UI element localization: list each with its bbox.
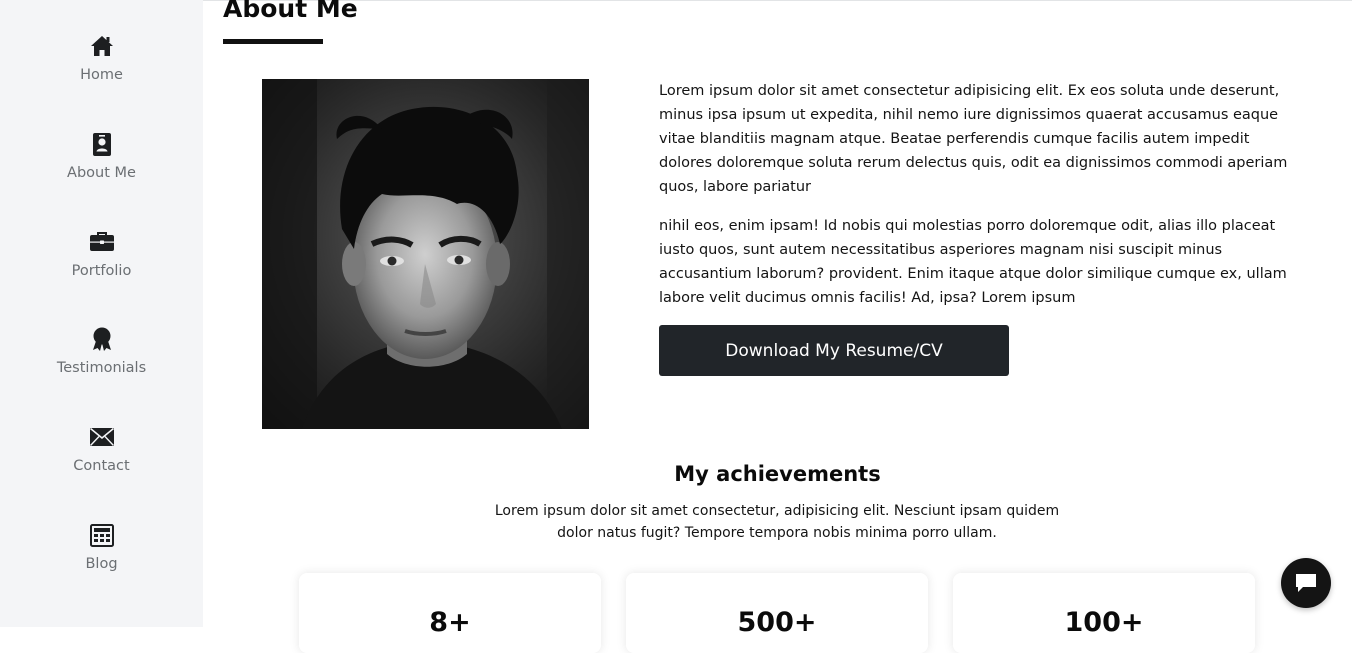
title-underline (223, 39, 323, 44)
about-paragraph-1: Lorem ipsum dolor sit amet consectetur a… (659, 83, 1288, 195)
sidebar-item-label: Testimonials (56, 360, 147, 376)
achievement-card: 8+ (299, 573, 601, 653)
achievement-card: 500+ (626, 573, 928, 653)
sidebar-item-blog[interactable]: Blog (0, 522, 203, 582)
sidebar-item-label: Home (80, 67, 123, 83)
contact-card-icon (92, 133, 111, 156)
chat-bubble-icon (1296, 574, 1316, 592)
profile-photo (262, 79, 589, 429)
main-content: About Me Lorem ipsum dolor sit amet cons… (203, 0, 1352, 653)
achievement-value: 8+ (429, 607, 471, 638)
page-title: About Me (223, 0, 358, 23)
sidebar-item-label: Blog (85, 556, 118, 572)
newspaper-icon (89, 524, 114, 547)
sidebar: Home About Me Portfolio Testimonials Con… (0, 0, 203, 627)
sidebar-item-label: Portfolio (71, 263, 132, 279)
award-icon (92, 327, 111, 351)
achievements-description: Lorem ipsum dolor sit amet consectetur, … (494, 503, 1060, 541)
sidebar-item-testimonials[interactable]: Testimonials (0, 326, 203, 386)
download-resume-button[interactable]: Download My Resume/CV (659, 325, 1009, 376)
sidebar-item-home[interactable]: Home (0, 33, 203, 93)
sidebar-item-contact[interactable]: Contact (0, 424, 203, 484)
sidebar-item-portfolio[interactable]: Portfolio (0, 229, 203, 289)
briefcase-icon (89, 232, 114, 251)
achievement-value: 100+ (1064, 607, 1144, 638)
about-paragraph-2: nihil eos, enim ipsam! Id nobis qui mole… (659, 218, 1287, 306)
envelope-icon (89, 427, 114, 446)
sidebar-item-about[interactable]: About Me (0, 131, 203, 191)
achievement-value: 500+ (737, 607, 817, 638)
home-icon (90, 36, 113, 56)
achievements-title: My achievements (674, 462, 881, 486)
sidebar-item-label: Contact (73, 458, 130, 474)
chat-button[interactable] (1281, 558, 1331, 608)
achievement-card: 100+ (953, 573, 1255, 653)
sidebar-item-label: About Me (67, 165, 136, 181)
